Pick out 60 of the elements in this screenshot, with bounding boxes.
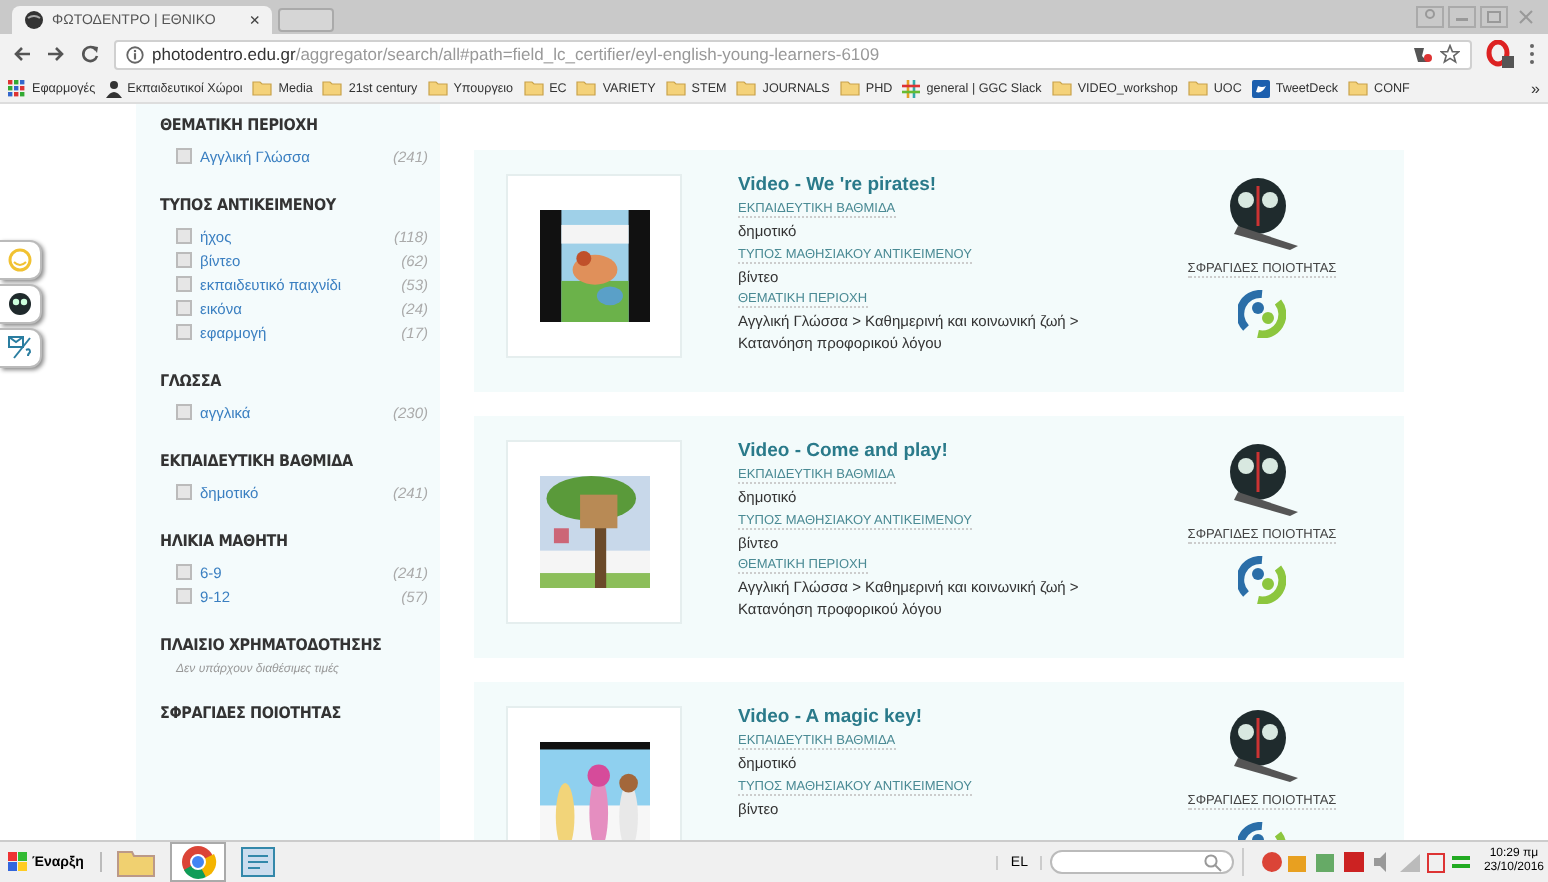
folder-icon	[665, 80, 686, 96]
close-tab-button[interactable]: ×	[249, 10, 260, 30]
checkbox[interactable]	[176, 228, 192, 244]
restore-icon[interactable]	[1480, 6, 1508, 28]
facet-heading: ΣΦΡΑΓΙΔΕΣ ΠΟΙΟΤΗΤΑΣ	[160, 704, 344, 722]
facet-heading: ΗΛΙΚΙΑ ΜΑΘΗΤΗ	[160, 532, 290, 550]
people-circle-icon	[1238, 290, 1286, 338]
back-icon[interactable]	[12, 44, 32, 64]
checkbox[interactable]	[176, 484, 192, 500]
facet-heading: ΠΛΑΙΣΙΟ ΧΡΗΜΑΤΟΔΟΤΗΣΗΣ	[160, 636, 384, 654]
people-circle-icon	[1238, 556, 1286, 604]
windows-logo-icon	[8, 852, 28, 872]
facet-heading: ΕΚΠΑΙΔΕΥΤΙΚΗ ΒΑΘΜΙΔΑ	[160, 452, 355, 470]
folder-icon	[576, 80, 597, 96]
checkbox[interactable]	[176, 252, 192, 268]
checkbox[interactable]	[176, 324, 192, 340]
folder-icon	[1051, 80, 1072, 96]
contact-tab[interactable]	[0, 328, 42, 368]
checkbox[interactable]	[176, 564, 192, 580]
search-icon	[1203, 853, 1222, 871]
facet-heading: ΘΕΜΑΤΙΚΗ ΠΕΡΙΟΧΗ	[160, 116, 320, 134]
forward-icon[interactable]	[46, 44, 66, 64]
checkbox[interactable]	[176, 300, 192, 316]
star-icon[interactable]	[1440, 44, 1460, 64]
chrome-icon[interactable]	[169, 842, 226, 882]
opera-icon[interactable]	[1486, 40, 1514, 68]
folder-icon	[1348, 80, 1369, 96]
address-bar[interactable]: photodentro.edu.gr/aggregator/search/all#path=field_lc_certifier/eyl-english-young-learners-6109	[114, 39, 1472, 69]
checkbox[interactable]	[176, 148, 192, 164]
result-title-link[interactable]: Video - We 're pirates!	[738, 174, 1132, 196]
info-icon	[126, 45, 144, 63]
result-title-link[interactable]: Video - A magic key!	[738, 706, 1132, 728]
more-bookmarks-button[interactable]: »	[1531, 79, 1540, 97]
checkbox[interactable]	[176, 588, 192, 604]
folder-icon	[322, 80, 343, 96]
folder-icon	[252, 80, 273, 96]
facet-heading: ΓΛΩΣΣΑ	[160, 372, 223, 390]
apps-grid-icon	[8, 79, 26, 97]
folder-icon	[839, 80, 860, 96]
smile-icon	[8, 248, 32, 272]
reload-icon[interactable]	[80, 44, 100, 64]
minimize-icon[interactable]	[1448, 6, 1476, 28]
new-tab-button[interactable]	[278, 8, 334, 32]
search-field[interactable]	[1049, 850, 1234, 874]
result-title-link[interactable]: Video - Come and play!	[738, 440, 1132, 462]
user-icon[interactable]	[1416, 6, 1444, 28]
checkbox[interactable]	[176, 276, 192, 292]
folder-icon	[1187, 80, 1208, 96]
menu-icon[interactable]	[1528, 42, 1536, 66]
folder-icon	[736, 80, 757, 96]
folder-icon	[427, 80, 448, 96]
person-icon	[105, 79, 122, 97]
facet-heading: ΤΥΠΟΣ ΑΝΤΙΚΕΙΜΕΝΟΥ	[160, 196, 338, 214]
globe-tab[interactable]	[0, 284, 42, 324]
folder-icon	[523, 80, 544, 96]
bird-icon	[1251, 79, 1270, 97]
hash-icon	[902, 79, 921, 97]
checkbox[interactable]	[176, 404, 192, 420]
mail-question-icon	[7, 336, 33, 360]
url-text: photodentro.edu.gr/aggregator/search/all#path=field_lc_certifier/eyl-english-young-learners-6109	[152, 44, 880, 64]
